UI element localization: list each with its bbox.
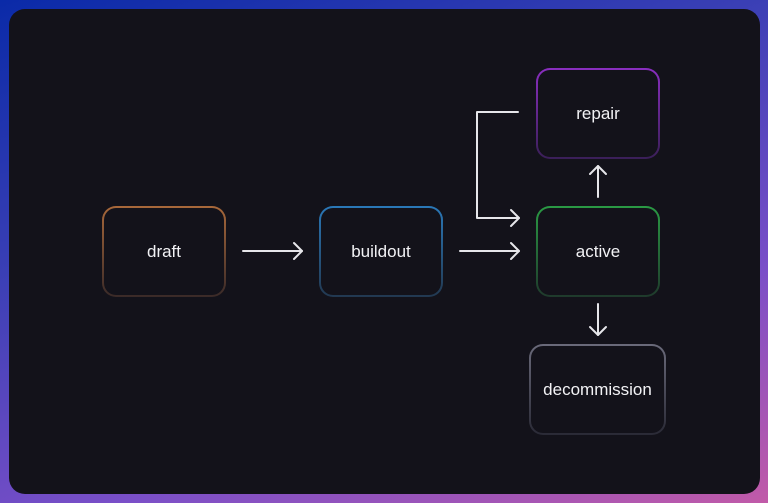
node-active[interactable]: active xyxy=(536,206,660,297)
node-buildout[interactable]: buildout xyxy=(319,206,443,297)
node-active-label: active xyxy=(575,241,621,261)
node-draft[interactable]: draft xyxy=(102,206,226,297)
node-repair-label: repair xyxy=(576,103,620,123)
node-decommission-label: decommission xyxy=(543,379,652,399)
node-decommission[interactable]: decommission xyxy=(529,344,666,435)
node-buildout-label: buildout xyxy=(351,241,411,261)
node-repair[interactable]: repair xyxy=(536,68,660,159)
node-draft-label: draft xyxy=(146,241,182,261)
